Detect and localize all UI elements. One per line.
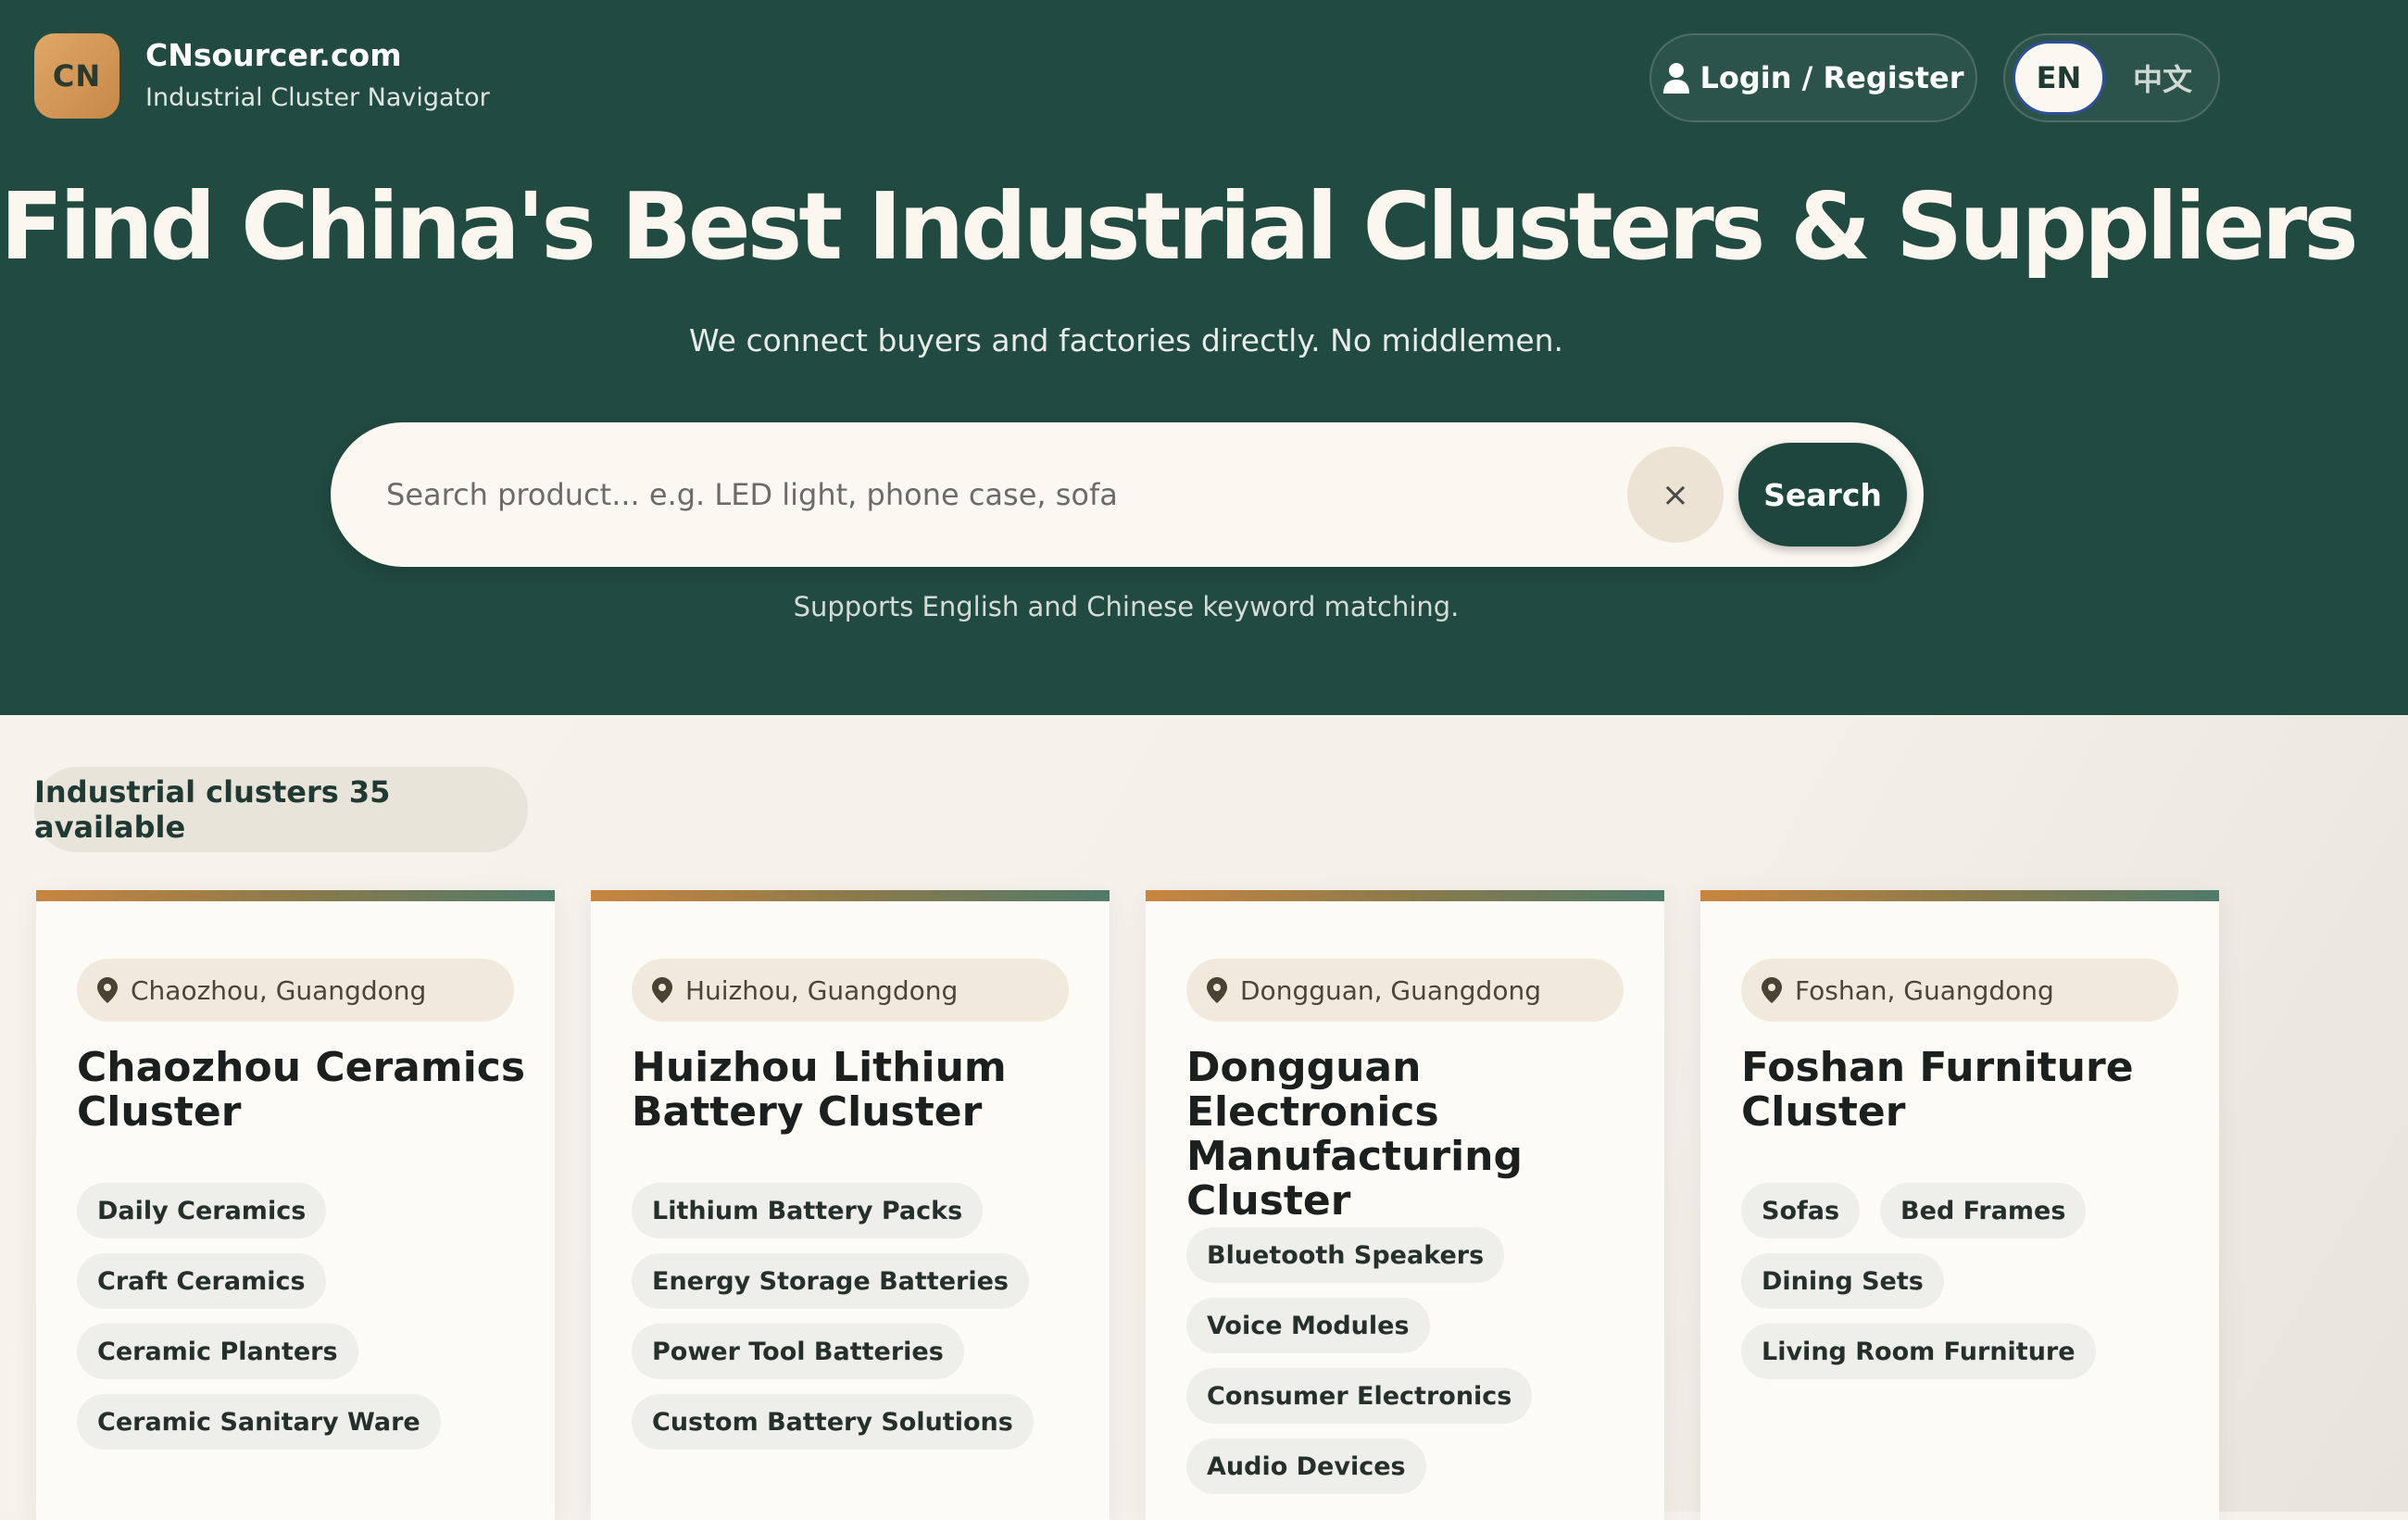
cluster-card[interactable]: Huizhou, Guangdong Huizhou Lithium Batte… xyxy=(591,890,1110,1520)
search-button[interactable]: Search xyxy=(1738,443,1907,546)
hero-section: CN CNsourcer.com Industrial Cluster Navi… xyxy=(0,0,2408,715)
map-pin-icon xyxy=(1762,977,1782,1003)
cluster-card[interactable]: Chaozhou, Guangdong Chaozhou Ceramics Cl… xyxy=(36,890,555,1520)
map-pin-icon xyxy=(97,977,118,1003)
product-tag[interactable]: Consumer Electronics xyxy=(1186,1368,1533,1424)
cluster-title[interactable]: Dongguan Electronics Manufacturing Clust… xyxy=(1186,1046,1640,1224)
product-tag[interactable]: Dining Sets xyxy=(1741,1253,1944,1309)
search-bar: × Search xyxy=(331,422,1924,567)
lang-en-button[interactable]: EN xyxy=(2013,41,2105,115)
location-badge: Dongguan, Guangdong xyxy=(1186,959,1624,1022)
location-badge: Chaozhou, Guangdong xyxy=(77,959,514,1022)
product-tag[interactable]: Bed Frames xyxy=(1880,1183,2087,1238)
product-tag[interactable]: Audio Devices xyxy=(1186,1438,1426,1494)
cluster-title[interactable]: Foshan Furniture Cluster xyxy=(1741,1046,2195,1135)
product-tags: Sofas Bed Frames Dining Sets Living Room… xyxy=(1741,1183,2195,1379)
hero-subtitle: We connect buyers and factories directly… xyxy=(688,322,1564,358)
brand-name[interactable]: CNsourcer.com xyxy=(145,37,402,73)
close-icon: × xyxy=(1661,475,1690,514)
search-input[interactable] xyxy=(386,459,1572,530)
product-tag[interactable]: Custom Battery Solutions xyxy=(632,1394,1034,1450)
product-tag[interactable]: Ceramic Sanitary Ware xyxy=(77,1394,441,1450)
cluster-title[interactable]: Huizhou Lithium Battery Cluster xyxy=(632,1046,1085,1135)
lang-zh-button[interactable]: 中文 xyxy=(2116,41,2209,115)
location-label: Dongguan, Guangdong xyxy=(1240,974,1541,1006)
clear-search-button[interactable]: × xyxy=(1627,446,1724,543)
location-label: Huizhou, Guangdong xyxy=(685,974,959,1006)
location-badge: Huizhou, Guangdong xyxy=(632,959,1069,1022)
login-register-button[interactable]: Login / Register xyxy=(1649,33,1977,122)
cluster-card[interactable]: Dongguan, Guangdong Dongguan Electronics… xyxy=(1146,890,1664,1520)
brand-tagline: Industrial Cluster Navigator xyxy=(145,83,490,112)
card-accent-bar xyxy=(591,890,1110,901)
cluster-title[interactable]: Chaozhou Ceramics Cluster xyxy=(77,1046,531,1135)
product-tags: Bluetooth Speakers Voice Modules Consume… xyxy=(1186,1227,1640,1494)
product-tag[interactable]: Daily Ceramics xyxy=(77,1183,327,1238)
map-pin-icon xyxy=(1207,977,1227,1003)
clusters-count-badge: Industrial clusters 35 available xyxy=(34,767,528,852)
product-tag[interactable]: Sofas xyxy=(1741,1183,1861,1238)
product-tag[interactable]: Craft Ceramics xyxy=(77,1253,326,1309)
location-label: Foshan, Guangdong xyxy=(1795,974,2054,1006)
map-pin-icon xyxy=(652,977,672,1003)
location-badge: Foshan, Guangdong xyxy=(1741,959,2178,1022)
language-switch: EN 中文 xyxy=(2003,33,2220,122)
card-accent-bar xyxy=(1700,890,2219,901)
product-tag[interactable]: Bluetooth Speakers xyxy=(1186,1227,1505,1283)
product-tag[interactable]: Living Room Furniture xyxy=(1741,1324,2096,1379)
product-tags: Lithium Battery Packs Energy Storage Bat… xyxy=(632,1183,1085,1450)
user-icon xyxy=(1663,63,1690,94)
product-tag[interactable]: Power Tool Batteries xyxy=(632,1324,964,1379)
brand-logo[interactable]: CN xyxy=(34,33,119,119)
product-tags: Daily Ceramics Craft Ceramics Ceramic Pl… xyxy=(77,1183,531,1450)
cluster-card[interactable]: Foshan, Guangdong Foshan Furniture Clust… xyxy=(1700,890,2219,1520)
search-hint: Supports English and Chinese keyword mat… xyxy=(793,591,1460,622)
product-tag[interactable]: Energy Storage Batteries xyxy=(632,1253,1029,1309)
login-register-label: Login / Register xyxy=(1699,60,1964,95)
product-tag[interactable]: Ceramic Planters xyxy=(77,1324,358,1379)
product-tag[interactable]: Voice Modules xyxy=(1186,1298,1430,1353)
hero-title: Find China's Best Industrial Clusters & … xyxy=(0,172,2359,281)
card-accent-bar xyxy=(1146,890,1664,901)
card-accent-bar xyxy=(36,890,555,901)
product-tag[interactable]: Lithium Battery Packs xyxy=(632,1183,984,1238)
location-label: Chaozhou, Guangdong xyxy=(131,974,427,1006)
